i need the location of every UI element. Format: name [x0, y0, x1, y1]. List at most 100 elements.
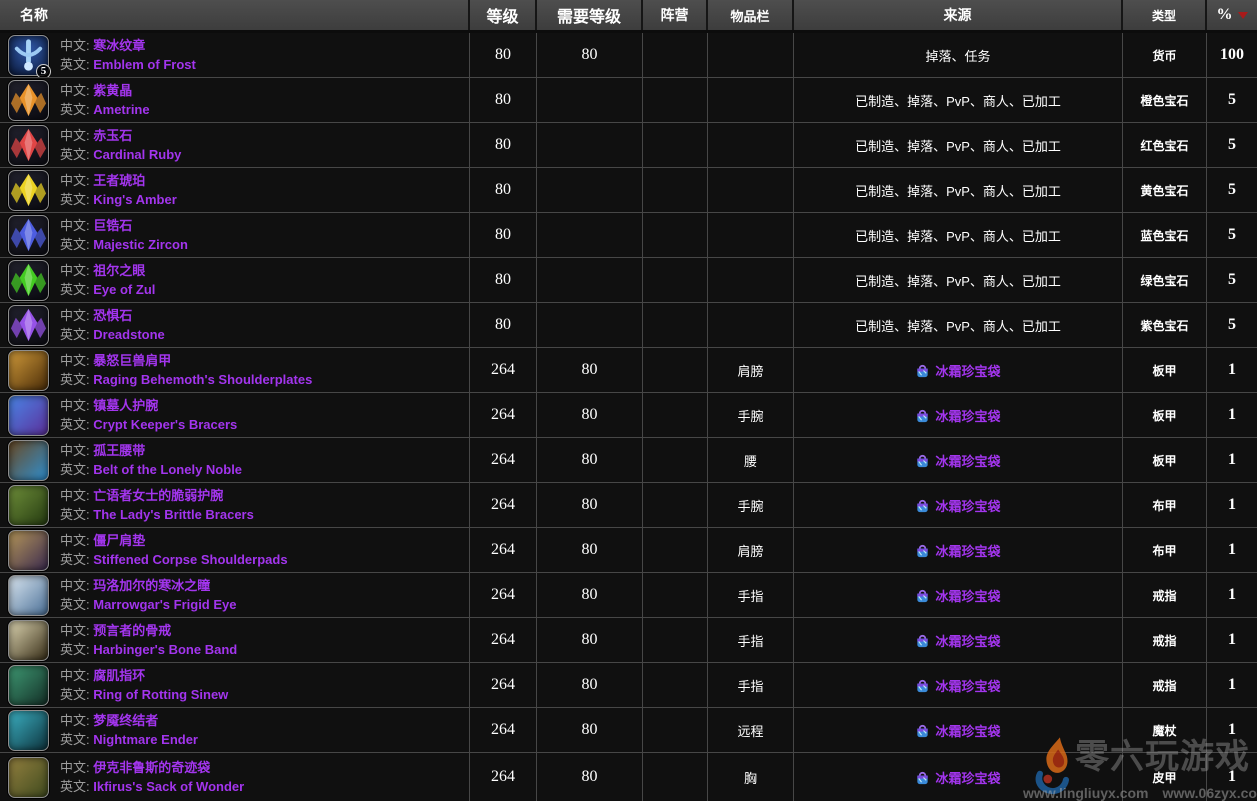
source-link[interactable]: 冰霜珍宝袋	[915, 586, 1000, 605]
item-name-cn[interactable]: 祖尔之眼	[93, 263, 145, 278]
name-cell: 5 中文: 寒冰纹章 英文: Emblem of Frost	[0, 33, 470, 77]
table-row: 中文: 祖尔之眼 英文: Eye of Zul 80 已制造、掉落、PvP、商人…	[0, 258, 1257, 303]
item-name-en[interactable]: Ring of Rotting Sinew	[93, 687, 228, 702]
en-label: 英文:	[60, 237, 90, 252]
item-icon[interactable]	[8, 305, 49, 346]
item-name-en[interactable]: Marrowgar's Frigid Eye	[93, 597, 236, 612]
source-link[interactable]: 冰霜珍宝袋	[915, 721, 1000, 740]
column-header-name[interactable]: 名称	[0, 0, 470, 30]
item-name-en[interactable]: Majestic Zircon	[93, 237, 188, 252]
item-name-cn[interactable]: 腐肌指环	[93, 668, 145, 683]
item-name-en[interactable]: Dreadstone	[93, 327, 165, 342]
item-names: 中文: 紫黄晶 英文: Ametrine	[60, 81, 150, 119]
item-name-en[interactable]: Belt of the Lonely Noble	[93, 462, 242, 477]
item-name-cn[interactable]: 孤王腰带	[93, 443, 145, 458]
item-name-en[interactable]: The Lady's Brittle Bracers	[93, 507, 254, 522]
item-icon[interactable]	[8, 530, 49, 571]
en-label: 英文:	[60, 147, 90, 162]
item-name-cn[interactable]: 恐惧石	[93, 308, 132, 323]
item-icon[interactable]	[8, 350, 49, 391]
item-name-en[interactable]: Emblem of Frost	[93, 57, 196, 72]
name-cell: 中文: 孤王腰带 英文: Belt of the Lonely Noble	[0, 438, 470, 482]
source-cell: 冰霜珍宝袋	[794, 393, 1123, 437]
cn-label: 中文:	[60, 760, 90, 775]
item-icon[interactable]	[8, 710, 49, 751]
item-icon[interactable]	[8, 125, 49, 166]
source-link[interactable]: 冰霜珍宝袋	[915, 541, 1000, 560]
percent-cell: 1	[1207, 348, 1257, 392]
item-icon[interactable]	[8, 575, 49, 616]
item-name-cn[interactable]: 赤玉石	[93, 128, 132, 143]
column-header-source[interactable]: 来源	[794, 0, 1123, 30]
item-name-cn[interactable]: 预言者的骨戒	[93, 623, 171, 638]
source-link[interactable]: 冰霜珍宝袋	[915, 768, 1000, 787]
item-name-cn[interactable]: 梦魇终结者	[93, 713, 158, 728]
item-name-en[interactable]: King's Amber	[93, 192, 177, 207]
required-level-cell: 80	[537, 753, 643, 801]
item-icon[interactable]	[8, 485, 49, 526]
source-link[interactable]: 冰霜珍宝袋	[915, 676, 1000, 695]
item-icon[interactable]	[8, 757, 49, 798]
item-name-en[interactable]: Eye of Zul	[93, 282, 155, 297]
item-name-cn[interactable]: 玛洛加尔的寒冰之瞳	[93, 578, 210, 593]
item-icon[interactable]	[8, 620, 49, 661]
item-name-en[interactable]: Cardinal Ruby	[93, 147, 181, 162]
source-text: 已制造、掉落、PvP、商人、已加工	[855, 226, 1061, 245]
item-icon[interactable]	[8, 80, 49, 121]
item-icon[interactable]: 5	[8, 35, 49, 76]
item-names: 中文: 预言者的骨戒 英文: Harbinger's Bone Band	[60, 621, 237, 659]
item-name-cn[interactable]: 僵尸肩垫	[93, 533, 145, 548]
item-name-cn[interactable]: 巨锆石	[93, 218, 132, 233]
item-name-en[interactable]: Stiffened Corpse Shoulderpads	[93, 552, 287, 567]
column-header-percent[interactable]: %	[1207, 0, 1257, 30]
required-level-cell: 80	[537, 573, 643, 617]
item-name-en[interactable]: Ametrine	[93, 102, 149, 117]
required-level-cell: 80	[537, 528, 643, 572]
column-header-level[interactable]: 等级	[470, 0, 537, 30]
item-name-cn[interactable]: 亡语者女士的脆弱护腕	[93, 488, 223, 503]
item-name-cn[interactable]: 王者琥珀	[93, 173, 145, 188]
item-icon[interactable]	[8, 215, 49, 256]
item-icon[interactable]	[8, 395, 49, 436]
item-type-cell: 戒指	[1123, 618, 1207, 662]
item-name-cn[interactable]: 伊克非鲁斯的奇迹袋	[93, 760, 210, 775]
item-name-en[interactable]: Raging Behemoth's Shoulderplates	[93, 372, 312, 387]
name-cell: 中文: 梦魇终结者 英文: Nightmare Ender	[0, 708, 470, 752]
item-name-en[interactable]: Harbinger's Bone Band	[93, 642, 237, 657]
item-name-cn[interactable]: 暴怒巨兽肩甲	[93, 353, 171, 368]
source-link[interactable]: 冰霜珍宝袋	[915, 361, 1000, 380]
column-header-req[interactable]: 需要等级	[537, 0, 643, 30]
item-name-en[interactable]: Crypt Keeper's Bracers	[93, 417, 237, 432]
item-names: 中文: 伊克非鲁斯的奇迹袋 英文: Ikfirus's Sack of Wond…	[60, 758, 244, 796]
item-icon[interactable]	[8, 260, 49, 301]
item-name-cn[interactable]: 寒冰纹章	[93, 38, 145, 53]
item-name-cn[interactable]: 镇墓人护腕	[93, 398, 158, 413]
item-name-en[interactable]: Ikfirus's Sack of Wonder	[93, 779, 244, 794]
item-type-cell: 板甲	[1123, 438, 1207, 482]
cn-label: 中文:	[60, 713, 90, 728]
column-header-faction[interactable]: 阵营	[643, 0, 708, 30]
level-cell: 264	[470, 348, 537, 392]
slot-cell: 远程	[708, 708, 794, 752]
source-link[interactable]: 冰霜珍宝袋	[915, 451, 1000, 470]
item-icon[interactable]	[8, 665, 49, 706]
table-row: 中文: 伊克非鲁斯的奇迹袋 英文: Ikfirus's Sack of Wond…	[0, 753, 1257, 801]
slot-cell	[708, 168, 794, 212]
column-header-type[interactable]: 类型	[1123, 0, 1207, 30]
level-cell: 264	[470, 618, 537, 662]
slot-cell: 肩膀	[708, 348, 794, 392]
source-link[interactable]: 冰霜珍宝袋	[915, 631, 1000, 650]
item-icon[interactable]	[8, 440, 49, 481]
item-name-cn[interactable]: 紫黄晶	[93, 83, 132, 98]
name-cell: 中文: 紫黄晶 英文: Ametrine	[0, 78, 470, 122]
slot-cell: 手指	[708, 663, 794, 707]
item-name-en[interactable]: Nightmare Ender	[93, 732, 198, 747]
item-names: 中文: 亡语者女士的脆弱护腕 英文: The Lady's Brittle Br…	[60, 486, 254, 524]
table-row: 中文: 孤王腰带 英文: Belt of the Lonely Noble 26…	[0, 438, 1257, 483]
source-link[interactable]: 冰霜珍宝袋	[915, 406, 1000, 425]
source-link[interactable]: 冰霜珍宝袋	[915, 496, 1000, 515]
item-icon[interactable]	[8, 170, 49, 211]
faction-cell	[643, 393, 708, 437]
column-header-slot[interactable]: 物品栏	[708, 0, 794, 30]
table-row: 中文: 玛洛加尔的寒冰之瞳 英文: Marrowgar's Frigid Eye…	[0, 573, 1257, 618]
